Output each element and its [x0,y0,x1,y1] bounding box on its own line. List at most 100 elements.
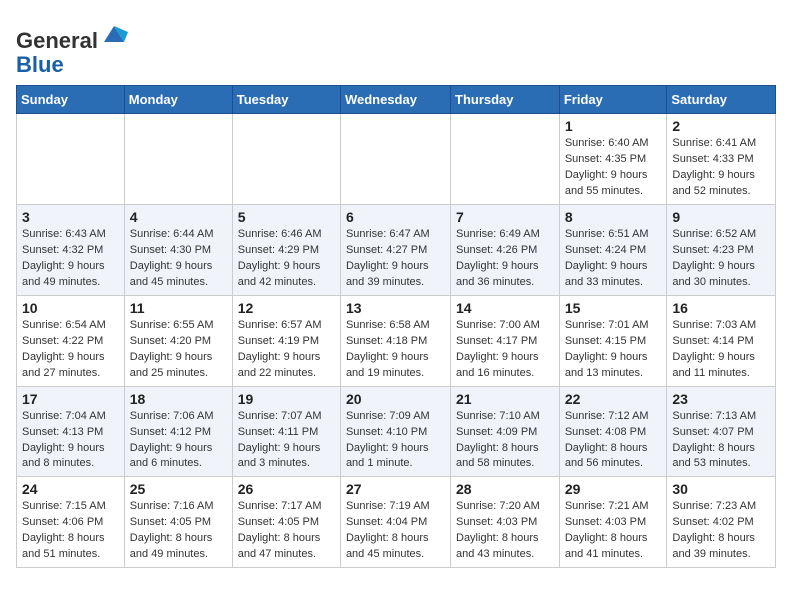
day-cell: 11 Sunrise: 6:55 AMSunset: 4:20 PMDayligh… [124,295,232,386]
logo-blue: Blue [16,52,64,77]
day-info: Sunrise: 7:09 AMSunset: 4:10 PMDaylight:… [346,409,445,473]
day-number: 30 [672,481,770,497]
day-number: 12 [238,300,335,316]
day-number: 1 [565,118,662,134]
day-cell: 12 Sunrise: 6:57 AMSunset: 4:19 PMDayligh… [232,295,340,386]
col-header-wednesday: Wednesday [340,86,450,114]
day-cell [232,114,340,205]
day-number: 4 [130,209,227,225]
day-info: Sunrise: 7:12 AMSunset: 4:08 PMDaylight:… [565,409,662,473]
day-number: 19 [238,391,335,407]
day-info: Sunrise: 7:20 AMSunset: 4:03 PMDaylight:… [456,499,554,563]
day-cell: 23 Sunrise: 7:13 AMSunset: 4:07 PMDayligh… [667,386,776,477]
day-number: 13 [346,300,445,316]
day-cell: 17 Sunrise: 7:04 AMSunset: 4:13 PMDayligh… [17,386,125,477]
day-number: 9 [672,209,770,225]
col-header-saturday: Saturday [667,86,776,114]
col-header-friday: Friday [559,86,667,114]
day-cell: 24 Sunrise: 7:15 AMSunset: 4:06 PMDayligh… [17,477,125,568]
day-cell: 1 Sunrise: 6:40 AMSunset: 4:35 PMDaylight… [559,114,667,205]
day-info: Sunrise: 7:00 AMSunset: 4:17 PMDaylight:… [456,318,554,382]
day-number: 5 [238,209,335,225]
day-number: 18 [130,391,227,407]
day-info: Sunrise: 6:57 AMSunset: 4:19 PMDaylight:… [238,318,335,382]
day-cell: 20 Sunrise: 7:09 AMSunset: 4:10 PMDayligh… [340,386,450,477]
day-info: Sunrise: 6:43 AMSunset: 4:32 PMDaylight:… [22,227,119,291]
day-info: Sunrise: 7:07 AMSunset: 4:11 PMDaylight:… [238,409,335,473]
day-cell: 4 Sunrise: 6:44 AMSunset: 4:30 PMDaylight… [124,205,232,296]
col-header-monday: Monday [124,86,232,114]
day-cell: 29Sunrise: 7:21 AMSunset: 4:03 PMDayligh… [559,477,667,568]
day-info: Sunrise: 6:40 AMSunset: 4:35 PMDaylight:… [565,136,662,200]
day-info: Sunrise: 7:10 AMSunset: 4:09 PMDaylight:… [456,409,554,473]
logo-general: General [16,28,98,53]
day-cell: 8Sunrise: 6:51 AMSunset: 4:24 PMDaylight… [559,205,667,296]
day-cell: 14 Sunrise: 7:00 AMSunset: 4:17 PMDayligh… [451,295,560,386]
day-info: Sunrise: 7:15 AMSunset: 4:06 PMDaylight:… [22,499,119,563]
day-number: 25 [130,481,227,497]
day-info: Sunrise: 6:54 AMSunset: 4:22 PMDaylight:… [22,318,119,382]
day-number: 29 [565,481,662,497]
day-number: 24 [22,481,119,497]
day-cell: 9Sunrise: 6:52 AMSunset: 4:23 PMDaylight… [667,205,776,296]
day-cell [124,114,232,205]
day-number: 21 [456,391,554,407]
day-info: Sunrise: 7:03 AMSunset: 4:14 PMDaylight:… [672,318,770,382]
day-info: Sunrise: 7:13 AMSunset: 4:07 PMDaylight:… [672,409,770,473]
calendar-header-row: SundayMondayTuesdayWednesdayThursdayFrid… [17,86,776,114]
day-cell: 27 Sunrise: 7:19 AMSunset: 4:04 PMDayligh… [340,477,450,568]
day-cell: 16Sunrise: 7:03 AMSunset: 4:14 PMDayligh… [667,295,776,386]
week-row-2: 3 Sunrise: 6:43 AMSunset: 4:32 PMDaylight… [17,205,776,296]
logo-icon [100,20,128,48]
day-info: Sunrise: 6:49 AMSunset: 4:26 PMDaylight:… [456,227,554,291]
day-number: 11 [130,300,227,316]
day-number: 6 [346,209,445,225]
day-info: Sunrise: 7:16 AMSunset: 4:05 PMDaylight:… [130,499,227,563]
day-cell: 26 Sunrise: 7:17 AMSunset: 4:05 PMDayligh… [232,477,340,568]
day-number: 7 [456,209,554,225]
day-number: 20 [346,391,445,407]
day-info: Sunrise: 6:44 AMSunset: 4:30 PMDaylight:… [130,227,227,291]
day-info: Sunrise: 7:17 AMSunset: 4:05 PMDaylight:… [238,499,335,563]
day-cell [340,114,450,205]
day-cell: 28Sunrise: 7:20 AMSunset: 4:03 PMDayligh… [451,477,560,568]
day-cell: 6 Sunrise: 6:47 AMSunset: 4:27 PMDaylight… [340,205,450,296]
day-number: 23 [672,391,770,407]
day-cell: 21 Sunrise: 7:10 AMSunset: 4:09 PMDayligh… [451,386,560,477]
day-cell: 3 Sunrise: 6:43 AMSunset: 4:32 PMDaylight… [17,205,125,296]
day-cell: 19 Sunrise: 7:07 AMSunset: 4:11 PMDayligh… [232,386,340,477]
day-info: Sunrise: 6:41 AMSunset: 4:33 PMDaylight:… [672,136,770,200]
day-cell: 10Sunrise: 6:54 AMSunset: 4:22 PMDayligh… [17,295,125,386]
week-row-3: 10Sunrise: 6:54 AMSunset: 4:22 PMDayligh… [17,295,776,386]
day-number: 26 [238,481,335,497]
day-cell: 18 Sunrise: 7:06 AMSunset: 4:12 PMDayligh… [124,386,232,477]
day-number: 2 [672,118,770,134]
col-header-sunday: Sunday [17,86,125,114]
day-number: 14 [456,300,554,316]
day-cell [451,114,560,205]
day-info: Sunrise: 6:46 AMSunset: 4:29 PMDaylight:… [238,227,335,291]
day-info: Sunrise: 7:19 AMSunset: 4:04 PMDaylight:… [346,499,445,563]
header: General Blue [16,16,776,77]
day-info: Sunrise: 6:58 AMSunset: 4:18 PMDaylight:… [346,318,445,382]
logo-text: General Blue [16,20,128,77]
day-info: Sunrise: 6:55 AMSunset: 4:20 PMDaylight:… [130,318,227,382]
calendar: SundayMondayTuesdayWednesdayThursdayFrid… [16,85,776,568]
day-info: Sunrise: 7:04 AMSunset: 4:13 PMDaylight:… [22,409,119,473]
day-cell [17,114,125,205]
day-info: Sunrise: 6:47 AMSunset: 4:27 PMDaylight:… [346,227,445,291]
col-header-tuesday: Tuesday [232,86,340,114]
day-number: 17 [22,391,119,407]
week-row-5: 24 Sunrise: 7:15 AMSunset: 4:06 PMDayligh… [17,477,776,568]
logo: General Blue [16,20,128,77]
day-number: 3 [22,209,119,225]
day-cell: 15Sunrise: 7:01 AMSunset: 4:15 PMDayligh… [559,295,667,386]
day-cell: 22 Sunrise: 7:12 AMSunset: 4:08 PMDayligh… [559,386,667,477]
day-info: Sunrise: 7:01 AMSunset: 4:15 PMDaylight:… [565,318,662,382]
week-row-1: 1 Sunrise: 6:40 AMSunset: 4:35 PMDaylight… [17,114,776,205]
day-info: Sunrise: 6:51 AMSunset: 4:24 PMDaylight:… [565,227,662,291]
day-cell: 30Sunrise: 7:23 AMSunset: 4:02 PMDayligh… [667,477,776,568]
day-info: Sunrise: 7:06 AMSunset: 4:12 PMDaylight:… [130,409,227,473]
day-number: 22 [565,391,662,407]
day-number: 27 [346,481,445,497]
